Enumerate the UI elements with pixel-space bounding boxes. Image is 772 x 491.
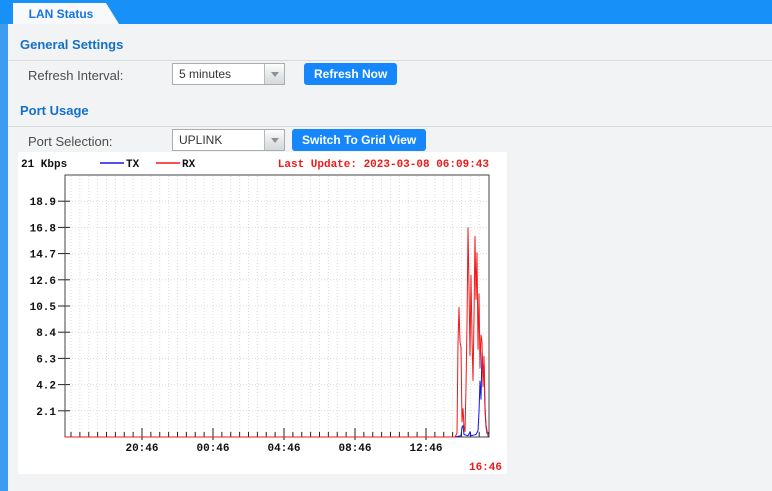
general-settings-divider [8, 60, 772, 61]
svg-text:18.9: 18.9 [30, 197, 56, 209]
svg-text:16.8: 16.8 [30, 223, 57, 235]
svg-text:21 Kbps: 21 Kbps [21, 159, 67, 171]
tab-label: LAN Status [29, 7, 94, 21]
svg-text:00:46: 00:46 [197, 443, 230, 455]
svg-text:16:46: 16:46 [469, 462, 502, 474]
refresh-now-button[interactable]: Refresh Now [304, 63, 397, 85]
tab-bar: LAN Status [0, 0, 772, 24]
svg-text:14.7: 14.7 [30, 250, 56, 262]
refresh-interval-value: 5 minutes [173, 67, 264, 81]
switch-to-grid-view-button[interactable]: Switch To Grid View [292, 129, 426, 151]
traffic-chart: 18.9 16.8 14.7 12.6 10.5 8.4 6.3 4.2 2.1 20:46 00:… [18, 152, 507, 474]
chevron-down-icon[interactable] [264, 130, 284, 150]
svg-text:Last Update: 2023-03-08 06:09:: Last Update: 2023-03-08 06:09:43 [278, 159, 490, 171]
chevron-down-icon[interactable] [264, 64, 284, 84]
chevron-triangle [271, 72, 279, 77]
left-accent-strip [0, 24, 8, 491]
port-selection-label: Port Selection: [28, 134, 113, 149]
port-selection-value: UPLINK [173, 133, 264, 147]
svg-text:12.6: 12.6 [30, 276, 56, 288]
svg-text:RX: RX [182, 159, 196, 171]
refresh-interval-label: Refresh Interval: [28, 68, 123, 83]
chevron-triangle [271, 138, 279, 143]
svg-text:20:46: 20:46 [125, 443, 158, 455]
svg-text:12:46: 12:46 [409, 443, 442, 455]
general-settings-title: General Settings [20, 37, 123, 52]
svg-text:TX: TX [126, 159, 140, 171]
tab-lan-status[interactable]: LAN Status [13, 3, 119, 24]
svg-text:6.3: 6.3 [36, 354, 56, 366]
svg-text:8.4: 8.4 [36, 328, 56, 340]
port-usage-title: Port Usage [20, 103, 89, 118]
port-usage-chart-panel: 18.9 16.8 14.7 12.6 10.5 8.4 6.3 4.2 2.1 20:46 00:… [18, 152, 507, 474]
svg-text:4.2: 4.2 [36, 381, 56, 393]
svg-text:04:46: 04:46 [267, 443, 300, 455]
svg-text:2.1: 2.1 [36, 407, 56, 419]
svg-text:10.5: 10.5 [30, 302, 57, 314]
port-usage-divider [8, 126, 772, 127]
svg-text:08:46: 08:46 [339, 443, 372, 455]
refresh-interval-select[interactable]: 5 minutes [172, 63, 285, 85]
port-selection-select[interactable]: UPLINK [172, 129, 285, 151]
